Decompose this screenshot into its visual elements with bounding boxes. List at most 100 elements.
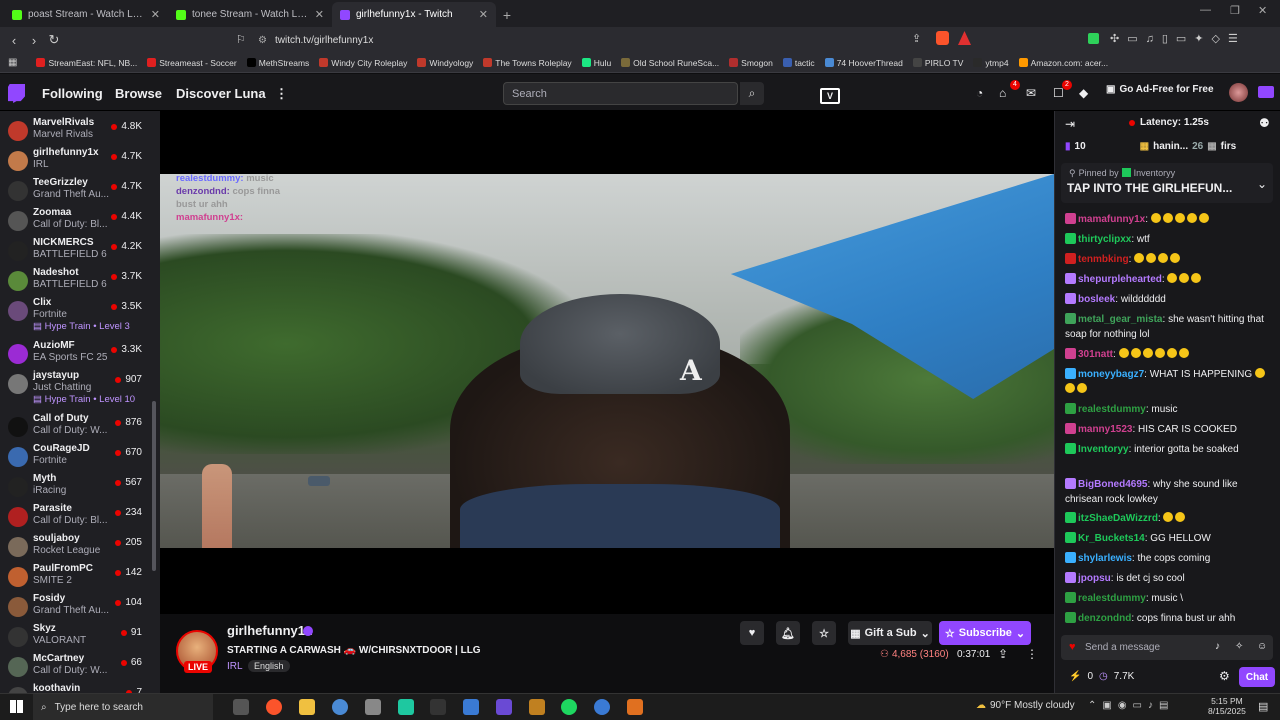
brave-shields-icon[interactable] (936, 31, 949, 45)
leaderboard[interactable]: ▮ 10 ▦ hanin... 26 ▦ firs (1065, 141, 1236, 152)
chat-message[interactable]: BigBoned4695: why she sound like chrisea… (1065, 477, 1271, 507)
sidebar-channel[interactable]: koothavin 7 (0, 681, 150, 693)
brave-taskbar-icon[interactable] (266, 699, 282, 715)
close-tab-icon[interactable]: ✕ (479, 8, 488, 21)
chat-username[interactable]: mamafunny1x (1078, 214, 1145, 225)
language-tag[interactable]: English (248, 660, 290, 672)
sidebar-channel[interactable]: AuzioMF EA Sports FC 25 3.3K (0, 338, 150, 368)
bookmark-item[interactable]: StreamEast: NFL, NB... (31, 58, 142, 68)
sidebar-channel[interactable]: NICKMERCS BATTLEFIELD 6 4.2K (0, 235, 150, 265)
user-avatar[interactable] (1229, 83, 1248, 102)
chat-username[interactable]: denzondnd (1078, 613, 1131, 624)
share-icon[interactable]: ⇪ (912, 32, 921, 45)
chrome-icon[interactable] (332, 699, 348, 715)
sidebar-channel[interactable]: Parasite Call of Duty: Bl... 234 (0, 501, 150, 531)
bookmark-item[interactable]: 74 HooverThread (820, 58, 908, 68)
emote-picker-icon[interactable]: ☺ (1257, 641, 1267, 652)
bookmark-item[interactable]: ytmp4 (968, 58, 1013, 68)
chat-message[interactable]: bosleek: wildddddd (1065, 292, 1271, 307)
sidebar-channel[interactable]: Nadeshot BATTLEFIELD 6 3.7K (0, 265, 150, 295)
sidebar-channel[interactable]: Clix Fortnite ▤ Hype Train • Level 3 3.5… (0, 295, 150, 332)
chat-username[interactable]: manny1523 (1078, 424, 1132, 435)
bookmark-icon[interactable]: ⚐ (236, 33, 246, 46)
chat-send-button[interactable]: Chat (1239, 667, 1275, 687)
gift-sub-button[interactable]: ▦ Gift a Sub ⌄ (848, 621, 932, 645)
streamer-name[interactable]: girlhefunny1x (227, 623, 312, 638)
back-icon[interactable]: ‹ (4, 33, 24, 48)
chat-username[interactable]: shylarlewis (1078, 553, 1132, 564)
sidebar-channel[interactable]: Fosidy Grand Theft Au... 104 (0, 591, 150, 621)
chat-message[interactable]: shepurplehearted: (1065, 272, 1271, 287)
chat-message[interactable]: moneyybagz7: WHAT IS HAPPENING (1065, 367, 1271, 397)
bookmark-item[interactable]: Smogon (724, 58, 778, 68)
chat-message[interactable]: 301natt: (1065, 347, 1271, 362)
app-icon[interactable] (529, 699, 545, 715)
community-icon[interactable]: ⚉ (1259, 116, 1270, 130)
notification-bell-icon[interactable]: 🔔︎ (776, 621, 800, 645)
maximize-icon[interactable]: ❐ (1230, 4, 1240, 17)
sidebar-channel[interactable]: PaulFromPC SMITE 2 142 (0, 561, 150, 591)
chat-username[interactable]: jpopsu (1078, 573, 1111, 584)
app-icon[interactable] (627, 699, 643, 715)
chat-message[interactable]: Kr_Buckets14: GG HELLOW (1065, 531, 1271, 546)
sidebar-channel[interactable]: MarvelRivals Marvel Rivals 4.8K (0, 115, 150, 145)
nav-discover-luna[interactable]: Discover Luna (176, 86, 266, 101)
prime-icon[interactable] (1258, 86, 1274, 98)
new-tab-button[interactable]: + (496, 2, 518, 27)
channel-points[interactable]: ⚡ 0 ◷ 7.7K (1069, 671, 1134, 682)
chat-username[interactable]: moneyybagz7 (1078, 369, 1144, 380)
system-tray-icons[interactable]: ⌃▣◉▭♪▤ (1088, 700, 1174, 711)
chat-username[interactable]: tenmbking (1078, 254, 1129, 265)
minimize-icon[interactable]: — (1200, 4, 1211, 16)
follow-heart-icon[interactable]: ♥ (740, 621, 764, 645)
browser-tab[interactable]: girlhefunny1x - Twitch ✕ (332, 2, 496, 27)
task-view-icon[interactable] (233, 699, 249, 715)
sidebar-channel[interactable]: souljaboy Rocket League 205 (0, 531, 150, 561)
heart-icon[interactable]: ♥ (1069, 641, 1076, 653)
bookmark-item[interactable]: The Towns Roleplay (478, 58, 576, 68)
more-options-icon[interactable]: ⋮ (1026, 647, 1038, 661)
sidebar-channel[interactable]: girlhefunny1x IRL 4.7K (0, 145, 150, 175)
close-tab-icon[interactable]: ✕ (151, 8, 160, 21)
weather-widget[interactable]: ☁ 90°F Mostly cloudy (976, 700, 1075, 711)
chevron-down-icon[interactable]: ⌄ (1257, 177, 1267, 191)
video-frame[interactable]: A (160, 174, 1054, 548)
sidebar-channel[interactable]: Zoomaa Call of Duty: Bl... 4.4K (0, 205, 150, 235)
x-icon[interactable] (430, 699, 446, 715)
app-icon[interactable] (398, 699, 414, 715)
chat-message[interactable]: jpopsu: is det cj so cool (1065, 571, 1271, 586)
chat-username[interactable]: realestdummy (1078, 593, 1146, 604)
nav-browse[interactable]: Browse (115, 86, 162, 101)
taskbar-search[interactable]: ⌕ Type here to search (33, 694, 213, 720)
app-icon[interactable] (463, 699, 479, 715)
more-menu-icon[interactable]: ⋮ (275, 86, 288, 102)
chat-message[interactable]: metal_gear_mista: she wasn't hitting tha… (1065, 312, 1271, 342)
spotify-icon[interactable] (561, 699, 577, 715)
bookmark-item[interactable]: Old School RuneSca... (616, 58, 724, 68)
chat-message[interactable]: Inventoryy: interior gotta be soaked (1065, 442, 1271, 457)
bookmark-item[interactable]: Hulu (577, 58, 616, 68)
app-icon[interactable] (365, 699, 381, 715)
sidebar-channel[interactable]: Myth iRacing 567 (0, 471, 150, 501)
skype-icon[interactable] (594, 699, 610, 715)
bookmark-item[interactable]: PIRLO TV (908, 58, 969, 68)
windows-start-icon[interactable] (10, 700, 23, 713)
chat-message[interactable]: shylarlewis: the cops coming (1065, 551, 1271, 566)
stream-category[interactable]: IRL (227, 661, 243, 672)
sidebar-channel[interactable]: Skyz VALORANT 91 (0, 621, 150, 651)
chat-username[interactable]: shepurplehearted (1078, 274, 1162, 285)
search-icon[interactable]: ⌕ (740, 82, 764, 105)
discord-icon[interactable] (496, 699, 512, 715)
chat-message[interactable]: manny1523: HIS CAR IS COOKED (1065, 422, 1271, 437)
whispers-icon[interactable]: ✉ (1026, 86, 1036, 100)
chat-username[interactable]: bosleek (1078, 294, 1115, 305)
share-icon[interactable]: ⇪ (998, 647, 1008, 661)
bits-icon[interactable]: ◆ (1079, 86, 1088, 100)
reload-icon[interactable]: ↻ (44, 32, 64, 48)
sidebar-channel[interactable]: Call of Duty Call of Duty: W... 876 (0, 411, 150, 441)
chat-username[interactable]: realestdummy (1078, 404, 1146, 415)
bookmark-item[interactable]: Amazon.com: acer... (1014, 58, 1113, 68)
browser-tab[interactable]: tonee Stream - Watch Live on Kick ✕ (168, 2, 332, 27)
chat-username[interactable]: thirtyclipxx (1078, 234, 1131, 245)
close-window-icon[interactable]: ✕ (1258, 4, 1267, 17)
